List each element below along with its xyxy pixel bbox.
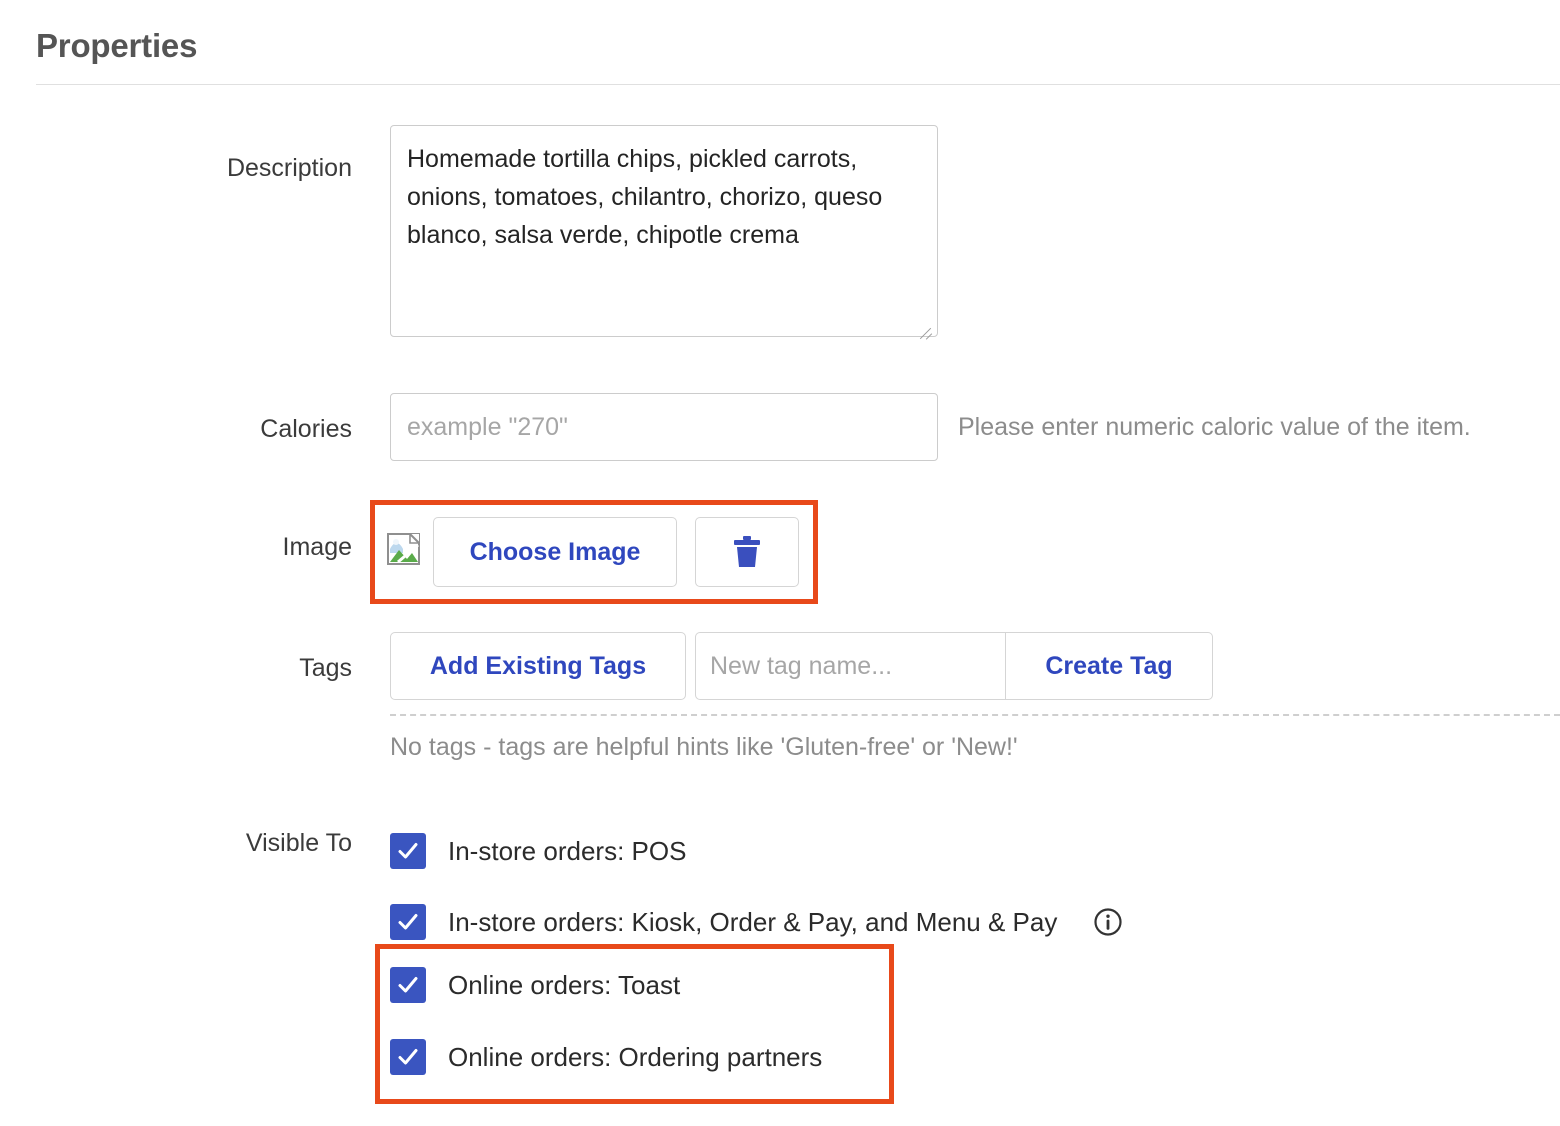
tags-empty-note: No tags - tags are helpful hints like 'G…	[390, 733, 1018, 761]
tags-divider	[390, 714, 1560, 716]
image-row: Image Choose Image	[0, 500, 818, 604]
checkmark-icon	[398, 914, 418, 930]
checkbox-online-toast[interactable]	[390, 967, 426, 1003]
calories-row: Calories Please enter numeric caloric va…	[0, 393, 1471, 461]
add-existing-tags-button[interactable]: Add Existing Tags	[390, 632, 686, 700]
trash-icon	[734, 536, 760, 567]
tags-controls: Add Existing Tags Create Tag	[390, 632, 1213, 700]
description-row: Description	[0, 125, 938, 342]
delete-image-button[interactable]	[695, 517, 799, 587]
description-label: Description	[226, 154, 352, 182]
visible-option-online-partners[interactable]: Online orders: Ordering partners	[390, 1032, 890, 1082]
page-title: Properties	[36, 27, 198, 64]
create-tag-button[interactable]: Create Tag	[1005, 632, 1213, 700]
calories-label: Calories	[260, 415, 352, 443]
checkmark-icon	[398, 843, 418, 859]
info-icon[interactable]	[1093, 907, 1123, 937]
calories-hint-text: Please enter numeric caloric value of th…	[958, 413, 1471, 441]
visible-option-online-toast-label: Online orders: Toast	[448, 970, 681, 1000]
visible-to-options: In-store orders: POS In-store orders: Ki…	[375, 828, 1123, 1104]
header-divider	[36, 84, 1560, 85]
visible-option-online-toast[interactable]: Online orders: Toast	[390, 960, 890, 1010]
checkbox-pos[interactable]	[390, 833, 426, 869]
online-orders-group: Online orders: Toast Online orders: Orde…	[390, 960, 890, 1082]
tags-row: Tags Add Existing Tags Create Tag	[0, 632, 1213, 700]
page-header: Properties	[36, 26, 1560, 66]
checkbox-online-partners[interactable]	[390, 1039, 426, 1075]
visible-option-online-partners-label: Online orders: Ordering partners	[448, 1042, 823, 1072]
image-label: Image	[282, 533, 352, 561]
visible-to-row: Visible To In-store orders: POS In-store…	[0, 828, 1123, 1104]
checkmark-icon	[398, 977, 418, 993]
new-tag-input[interactable]	[695, 632, 1005, 700]
choose-image-button[interactable]: Choose Image	[433, 517, 677, 587]
image-controls-highlight: Choose Image	[370, 500, 818, 604]
checkbox-kiosk[interactable]	[390, 904, 426, 940]
visible-option-pos[interactable]: In-store orders: POS	[390, 828, 1123, 874]
visible-option-kiosk-label: In-store orders: Kiosk, Order & Pay, and…	[448, 907, 1058, 937]
visible-to-label: Visible To	[245, 829, 352, 857]
broken-image-icon	[387, 533, 420, 565]
visible-option-kiosk[interactable]: In-store orders: Kiosk, Order & Pay, and…	[390, 899, 1123, 945]
visible-option-pos-label: In-store orders: POS	[448, 836, 687, 866]
new-tag-group: Create Tag	[695, 632, 1213, 700]
checkmark-icon	[398, 1049, 418, 1065]
calories-input[interactable]	[390, 393, 938, 461]
tags-label: Tags	[299, 654, 352, 682]
description-textarea[interactable]	[390, 125, 938, 337]
